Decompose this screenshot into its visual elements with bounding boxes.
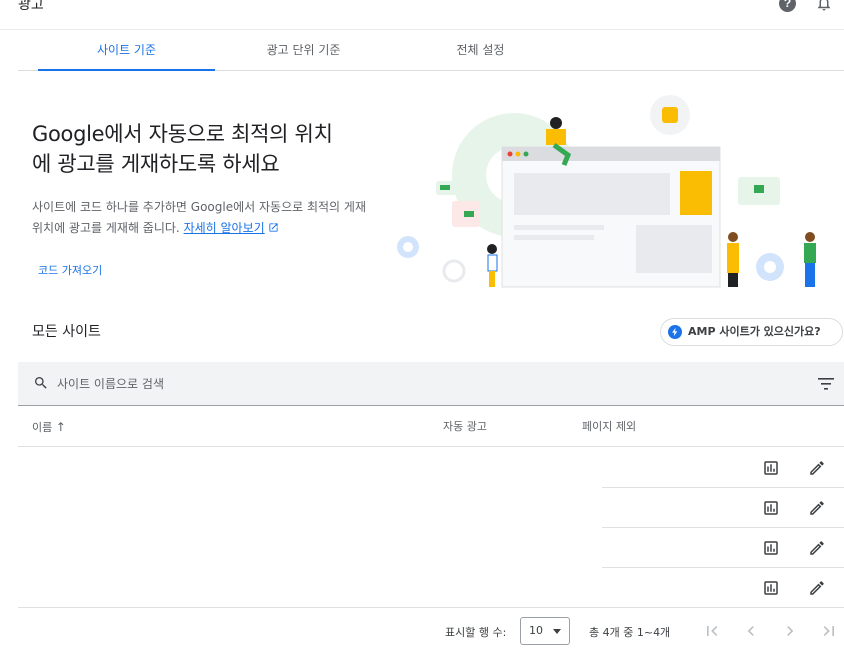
- amp-sites-label: AMP 사이트가 있으신가요?: [688, 325, 821, 338]
- report-icon[interactable]: [762, 539, 780, 557]
- gear-icon: [397, 236, 419, 258]
- dropdown-arrow-icon: [553, 629, 561, 634]
- tab-global-settings[interactable]: 전체 설정: [392, 31, 569, 71]
- get-code-button[interactable]: 코드 가져오기: [38, 262, 102, 278]
- top-app-bar: 광고 ?: [0, 0, 844, 30]
- amp-sites-chip[interactable]: AMP 사이트가 있으신가요?: [660, 318, 843, 346]
- hero-title: Google에서 자동으로 최적의 위치 에 광고를 게재하도록 하세요: [32, 119, 412, 179]
- edit-icon[interactable]: [808, 499, 826, 517]
- report-icon[interactable]: [762, 499, 780, 517]
- tab-bar: 사이트 기준 광고 단위 기준 전체 설정: [18, 31, 844, 71]
- last-page-icon[interactable]: [819, 621, 839, 641]
- table-pagination: 표시할 행 수: 10 총 4개 중 1~4개: [0, 613, 844, 650]
- site-search-input[interactable]: [57, 372, 757, 396]
- learn-more-link[interactable]: 자세히 알아보기: [184, 221, 265, 235]
- next-page-icon[interactable]: [780, 621, 800, 641]
- column-header-auto-ads: 자동 광고: [443, 420, 487, 433]
- filter-icon[interactable]: [818, 377, 834, 391]
- tab-by-ad-unit[interactable]: 광고 단위 기준: [215, 31, 392, 71]
- search-icon: [35, 377, 47, 389]
- edit-icon[interactable]: [808, 579, 826, 597]
- hero-illustration: [397, 95, 816, 288]
- rows-per-page-label: 표시할 행 수:: [445, 626, 507, 639]
- page-title: 광고: [18, 0, 44, 13]
- row-divider: [18, 607, 844, 608]
- table-row: [18, 448, 844, 488]
- help-icon[interactable]: ?: [779, 0, 796, 12]
- first-page-icon[interactable]: [702, 621, 722, 641]
- rows-per-page-select[interactable]: 10: [520, 617, 570, 645]
- table-row: [18, 528, 844, 568]
- column-name-label: 이름: [32, 421, 53, 434]
- table-row: [18, 488, 844, 528]
- edit-icon[interactable]: [808, 539, 826, 557]
- sort-ascending-icon: ↑: [55, 420, 66, 434]
- lightning-bolt-icon: [668, 325, 682, 339]
- gear-icon: [756, 253, 784, 281]
- all-sites-heading: 모든 사이트: [32, 324, 101, 340]
- report-icon[interactable]: [762, 579, 780, 597]
- report-icon[interactable]: [762, 459, 780, 477]
- site-search-bar: [18, 362, 844, 406]
- pagination-range: 총 4개 중 1~4개: [589, 626, 671, 639]
- edit-icon[interactable]: [808, 459, 826, 477]
- tab-by-site[interactable]: 사이트 기준: [38, 31, 215, 71]
- column-header-name[interactable]: 이름 ↑: [32, 407, 66, 448]
- previous-page-icon[interactable]: [741, 621, 761, 641]
- open-in-new-icon: [269, 223, 278, 232]
- rows-per-page-value: 10: [529, 624, 543, 637]
- column-header-exclude-pages: 페이지 제외: [582, 420, 637, 433]
- sites-table-header: 이름 ↑ 자동 광고 페이지 제외: [18, 407, 844, 447]
- hero-title-line1: Google에서 자동으로 최적의 위치: [32, 122, 333, 146]
- table-row: [18, 568, 844, 608]
- hero-title-line2: 에 광고를 게재하도록 하세요: [32, 152, 280, 176]
- hero-description: 사이트에 코드 하나를 추가하면 Google에서 자동으로 최적의 게재위치에…: [32, 197, 377, 239]
- notification-bell-icon[interactable]: [815, 0, 833, 12]
